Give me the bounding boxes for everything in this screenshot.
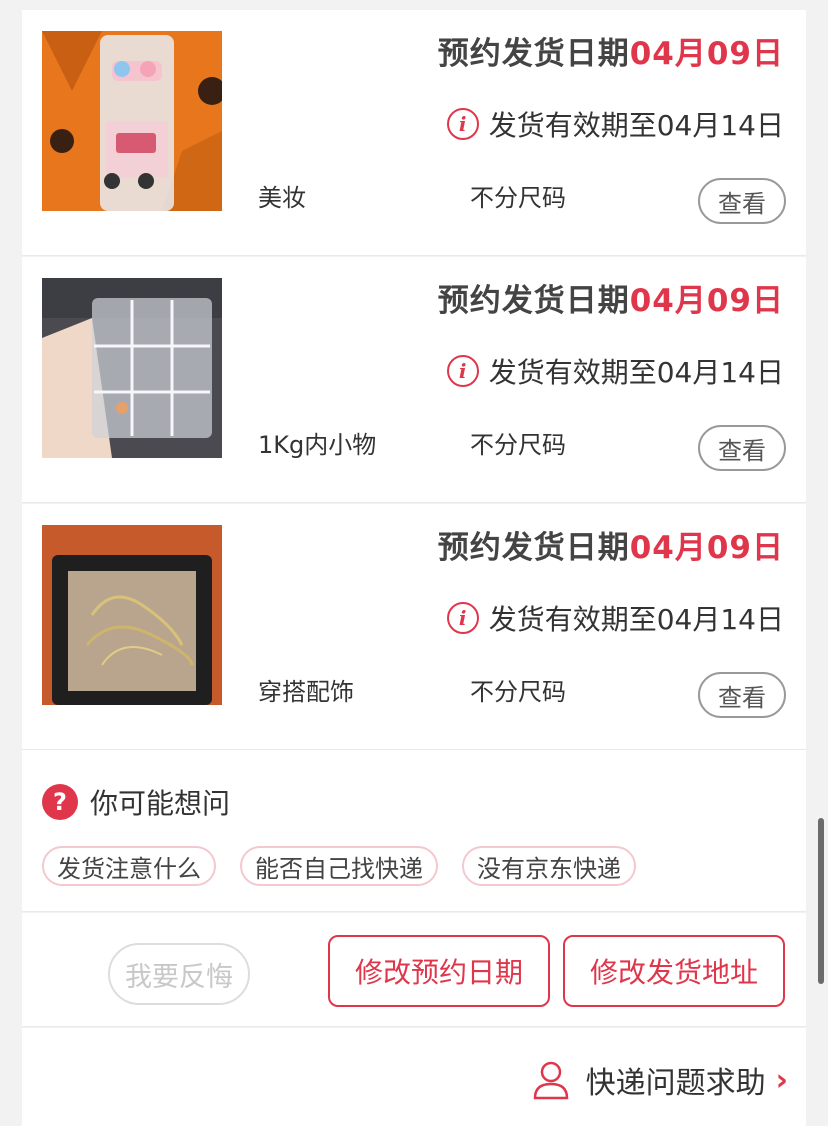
item-size: 不分尺码 xyxy=(470,431,566,459)
action-bar: 我要反悔 修改预约日期 修改发货地址 xyxy=(22,913,806,1027)
shipment-item: 预约发货日期04月09日 i 发货有效期至04月14日 1Kg内小物 不分尺码 … xyxy=(22,257,806,503)
faq-section: ? 你可能想问 发货注意什么 能否自己找快递 没有京东快递 xyxy=(22,750,806,912)
regret-button[interactable]: 我要反悔 xyxy=(108,943,250,1005)
date-label: 预约发货日期 xyxy=(437,530,630,566)
info-icon: i xyxy=(446,602,479,634)
question-icon: ? xyxy=(42,784,78,820)
reserved-ship-date: 预约发货日期04月09日 xyxy=(438,28,784,73)
modify-address-button[interactable]: 修改发货地址 xyxy=(563,935,785,1007)
faq-chip[interactable]: 发货注意什么 xyxy=(42,846,216,886)
scrollbar[interactable] xyxy=(818,818,824,984)
ship-validity: i 发货有效期至04月14日 xyxy=(446,351,784,391)
validity-text: 发货有效期至04月14日 xyxy=(488,356,784,389)
view-button[interactable]: 查看 xyxy=(698,425,786,471)
help-label: 快递问题求助 xyxy=(585,1066,766,1101)
info-icon: i xyxy=(446,108,479,140)
reserved-ship-date: 预约发货日期04月09日 xyxy=(438,522,784,567)
chevron-right-icon: › xyxy=(775,1062,788,1098)
faq-chips: 发货注意什么 能否自己找快递 没有京东快递 xyxy=(42,846,636,886)
date-value: 04月09日 xyxy=(629,283,784,319)
date-value: 04月09日 xyxy=(629,36,784,72)
item-size: 不分尺码 xyxy=(470,678,566,706)
item-photo-jewelry[interactable] xyxy=(42,525,222,705)
shipment-item: 预约发货日期04月09日 i 发货有效期至04月14日 美妆 不分尺码 查看 xyxy=(22,10,806,256)
help-section: 快递问题求助 › xyxy=(22,1028,806,1126)
item-size: 不分尺码 xyxy=(470,184,566,212)
validity-text: 发货有效期至04月14日 xyxy=(488,603,784,636)
item-photo-organizer[interactable] xyxy=(42,278,222,458)
date-label: 预约发货日期 xyxy=(437,283,630,319)
faq-chip[interactable]: 能否自己找快递 xyxy=(240,846,438,886)
date-label: 预约发货日期 xyxy=(437,36,630,72)
express-help-link[interactable]: 快递问题求助 › xyxy=(532,1058,788,1102)
faq-title: ? 你可能想问 xyxy=(42,782,230,822)
item-category: 穿搭配饰 xyxy=(258,678,354,706)
item-category: 1Kg内小物 xyxy=(258,431,377,459)
date-value: 04月09日 xyxy=(629,530,784,566)
ship-validity: i 发货有效期至04月14日 xyxy=(446,598,784,638)
item-photo-makeup[interactable] xyxy=(42,31,222,211)
faq-title-text: 你可能想问 xyxy=(90,787,231,820)
ship-validity: i 发货有效期至04月14日 xyxy=(446,104,784,144)
view-button[interactable]: 查看 xyxy=(698,672,786,718)
validity-text: 发货有效期至04月14日 xyxy=(488,109,784,142)
info-icon: i xyxy=(446,355,479,387)
modify-date-button[interactable]: 修改预约日期 xyxy=(328,935,550,1007)
faq-chip[interactable]: 没有京东快递 xyxy=(462,846,636,886)
reserved-ship-date: 预约发货日期04月09日 xyxy=(438,275,784,320)
item-category: 美妆 xyxy=(258,184,306,212)
view-button[interactable]: 查看 xyxy=(698,178,786,224)
user-icon xyxy=(533,1061,568,1100)
shipment-item: 预约发货日期04月09日 i 发货有效期至04月14日 穿搭配饰 不分尺码 查看 xyxy=(22,504,806,750)
